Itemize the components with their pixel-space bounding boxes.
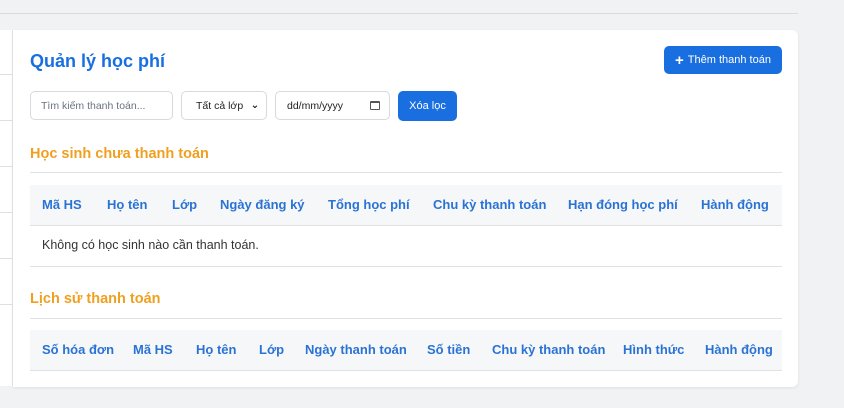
left-panel-divider	[0, 120, 13, 121]
tuition-management-card: Quản lý học phí + Thêm thanh toán Tìm ki…	[13, 30, 798, 387]
unpaid-table-header: Mã HS Họ tên Lớp Ngày đăng ký Tổng học p…	[30, 185, 782, 226]
column-header[interactable]: Hạn đóng học phí	[568, 185, 678, 225]
history-table-header: Số hóa đơn Mã HS Họ tên Lớp Ngày thanh t…	[30, 330, 782, 371]
left-panel-divider	[0, 258, 13, 259]
class-select[interactable]: Tất cả lớp ⌄	[181, 91, 267, 120]
class-select-value: Tất cả lớp	[196, 99, 244, 112]
column-header[interactable]: Chu kỳ thanh toán	[433, 185, 546, 225]
column-header[interactable]: Số tiền	[427, 330, 470, 370]
chevron-down-icon: ⌄	[250, 100, 260, 111]
add-payment-button[interactable]: + Thêm thanh toán	[664, 46, 782, 74]
left-panel-divider	[0, 304, 13, 305]
calendar-icon[interactable]	[370, 101, 380, 110]
left-panel-divider	[0, 166, 13, 167]
section-divider	[30, 318, 782, 319]
history-section-title: Lịch sử thanh toán	[30, 291, 161, 307]
plus-icon: +	[675, 51, 684, 69]
date-input[interactable]: dd/mm/yyyy	[275, 91, 390, 120]
section-divider	[30, 172, 782, 173]
column-header[interactable]: Lớp	[259, 330, 284, 370]
left-panel-edge	[0, 30, 13, 386]
column-header[interactable]: Chu kỳ thanh toán	[492, 330, 605, 370]
column-header[interactable]: Ngày đăng ký	[220, 185, 305, 225]
page-title: Quản lý học phí	[30, 51, 166, 71]
column-header[interactable]: Hành động	[701, 185, 769, 225]
add-payment-label: Thêm thanh toán	[687, 54, 771, 66]
unpaid-section-title: Học sinh chưa thanh toán	[30, 146, 209, 162]
empty-message: Không có học sinh nào cần thanh toán.	[42, 238, 259, 252]
column-header[interactable]: Họ tên	[196, 330, 236, 370]
column-header[interactable]: Mã HS	[133, 330, 173, 370]
column-header[interactable]: Hình thức	[623, 330, 684, 370]
column-header[interactable]: Họ tên	[107, 185, 147, 225]
column-header[interactable]: Số hóa đơn	[42, 330, 114, 370]
clear-filter-button[interactable]: Xóa lọc	[398, 91, 457, 121]
column-header[interactable]: Hành động	[705, 330, 773, 370]
column-header[interactable]: Lớp	[172, 185, 197, 225]
top-divider	[0, 13, 798, 14]
search-input[interactable]: Tìm kiếm thanh toán...	[30, 91, 173, 120]
left-panel-divider	[0, 212, 13, 213]
column-header[interactable]: Tổng học phí	[328, 185, 410, 225]
date-placeholder: dd/mm/yyyy	[287, 99, 344, 112]
search-placeholder: Tìm kiếm thanh toán...	[41, 99, 146, 112]
empty-table-row: Không có học sinh nào cần thanh toán.	[30, 226, 782, 267]
left-panel-divider	[0, 74, 13, 75]
column-header[interactable]: Mã HS	[42, 185, 82, 225]
column-header[interactable]: Ngày thanh toán	[305, 330, 407, 370]
